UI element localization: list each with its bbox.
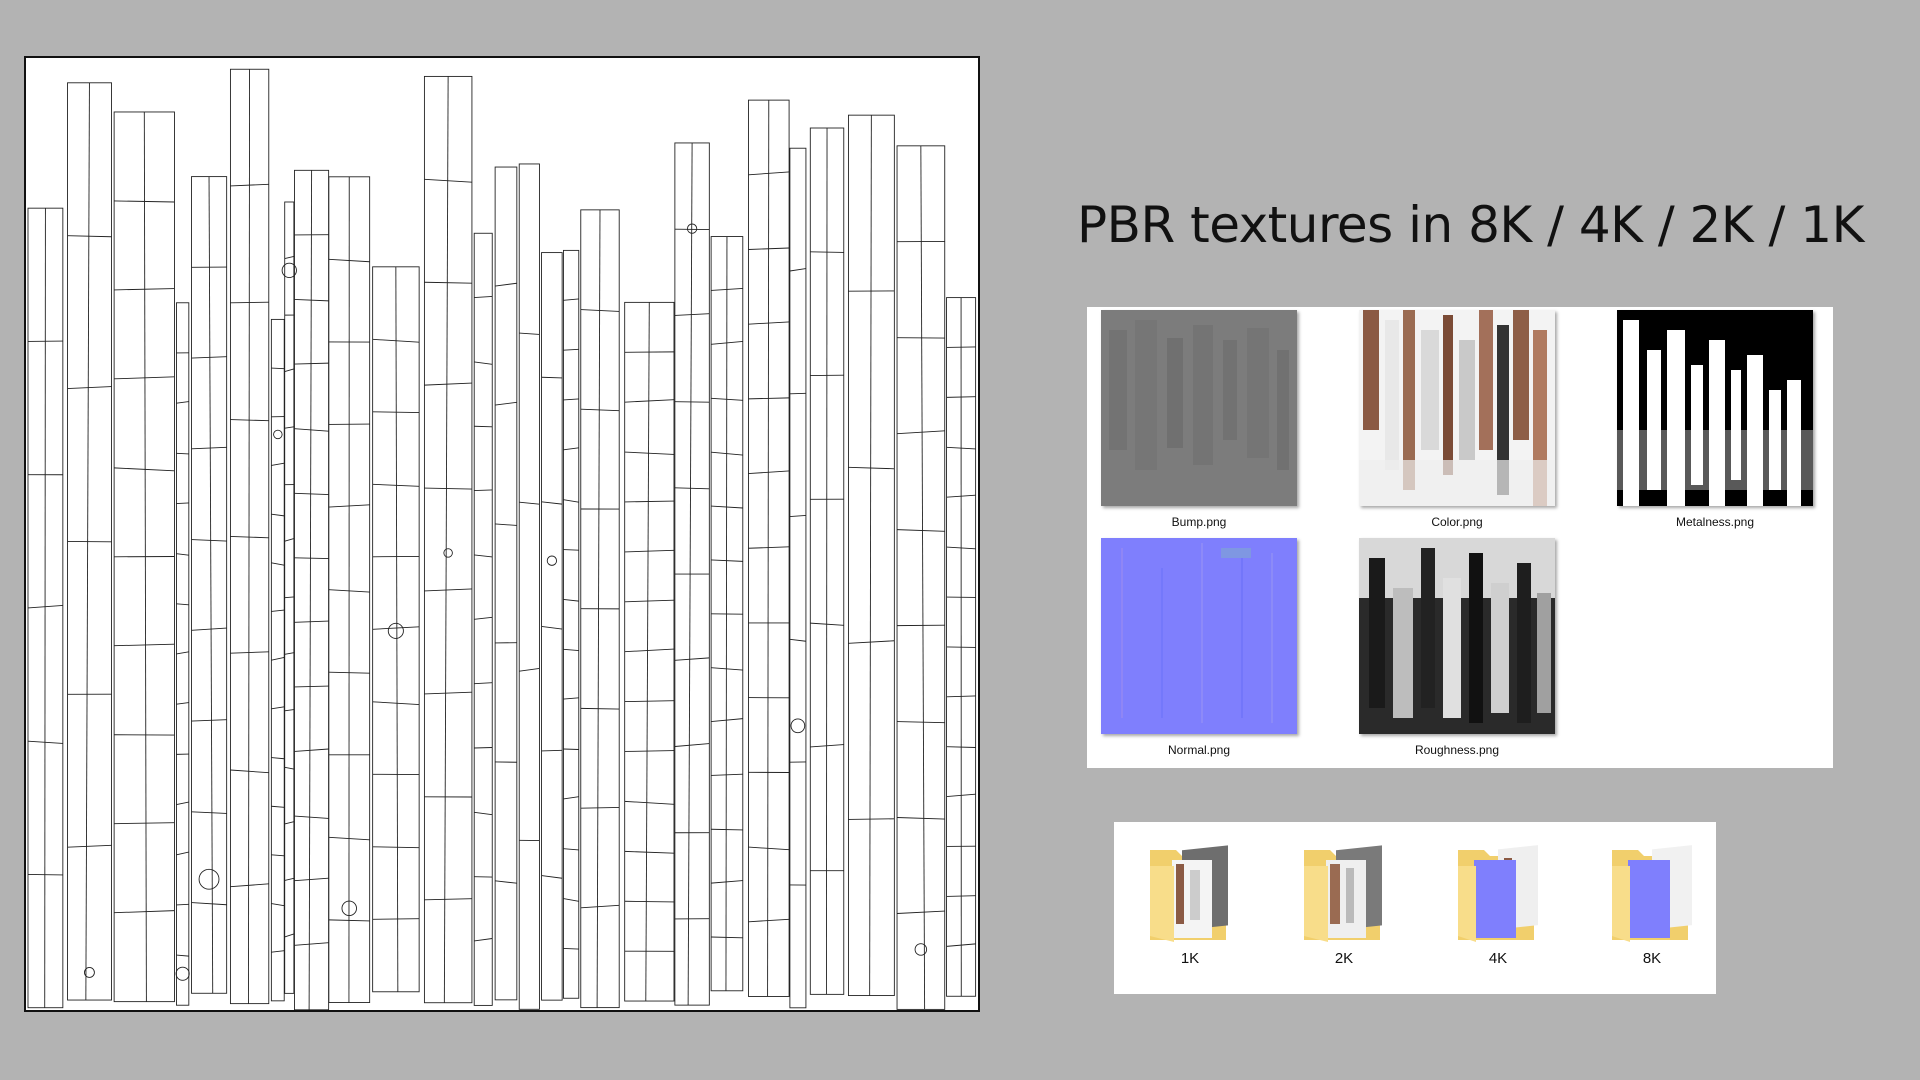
- uv-layout-wireframe: [27, 68, 977, 1010]
- uv-wireframe-image: [24, 56, 980, 1012]
- folder-8k[interactable]: 8K: [1602, 836, 1702, 967]
- texture-label: Roughness.png: [1414, 743, 1500, 757]
- texture-item-bump[interactable]: Bump.png: [1101, 310, 1297, 529]
- folder-icon: [1612, 845, 1692, 942]
- texture-label: Color.png: [1431, 515, 1483, 529]
- texture-maps-panel: Bump.png Color.png Metalness.png Normal.…: [1087, 307, 1833, 768]
- folder-icon: [1150, 845, 1228, 942]
- folder-label: 2K: [1334, 950, 1354, 967]
- folder-label: 4K: [1488, 950, 1508, 967]
- page-title: PBR textures in 8K / 4K / 2K / 1K: [1077, 196, 1864, 254]
- color-map-thumbnail: [1359, 310, 1555, 506]
- texture-label: Normal.png: [1167, 743, 1231, 757]
- texture-item-color[interactable]: Color.png: [1359, 310, 1555, 529]
- normal-map-thumbnail: [1101, 538, 1297, 734]
- metalness-map-thumbnail: [1617, 310, 1813, 506]
- folder-4k[interactable]: 4K: [1448, 836, 1548, 967]
- bump-map-thumbnail: [1101, 310, 1297, 506]
- folder-icon: [1458, 845, 1538, 942]
- folder-label: 8K: [1642, 950, 1662, 967]
- folder-label: 1K: [1180, 950, 1200, 967]
- texture-label: Bump.png: [1171, 515, 1227, 529]
- roughness-map-thumbnail: [1359, 538, 1555, 734]
- texture-item-metalness[interactable]: Metalness.png: [1617, 310, 1813, 529]
- texture-item-normal[interactable]: Normal.png: [1101, 538, 1297, 757]
- resolution-folders-panel: 1K 2K 4K 8K: [1114, 822, 1716, 994]
- folder-1k[interactable]: 1K: [1140, 836, 1240, 967]
- folder-2k[interactable]: 2K: [1294, 836, 1394, 967]
- texture-label: Metalness.png: [1675, 515, 1755, 529]
- texture-item-roughness[interactable]: Roughness.png: [1359, 538, 1555, 757]
- folder-icon: [1304, 845, 1382, 942]
